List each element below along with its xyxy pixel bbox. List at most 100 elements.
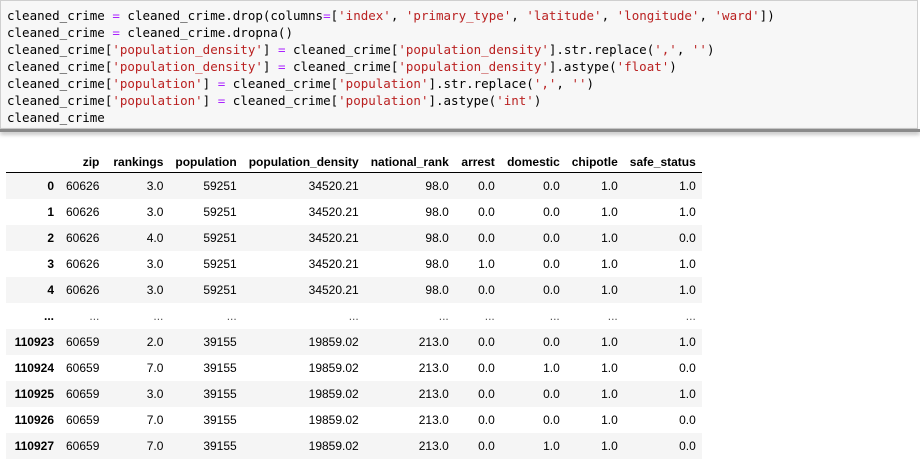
code-token: ].astype( <box>548 59 617 74</box>
table-cell: 7.0 <box>146 413 164 427</box>
table-cell: 3.0 <box>146 205 164 219</box>
table-cell: 1.0 <box>478 257 495 271</box>
table-cell: 34520.21 <box>308 231 359 245</box>
table-cell: 1.0 <box>601 439 618 453</box>
table-cell: 98.0 <box>425 205 449 219</box>
code-token: = <box>323 8 331 23</box>
table-row: 3 60626 3.0 59251 34520.21 98.0 1.0 0.0 1.0 1.0 <box>6 251 702 277</box>
code-token: '' <box>571 76 587 91</box>
row-index: ... <box>43 309 54 323</box>
code-token: ',' <box>654 42 677 57</box>
table-row: 110926 60659 7.0 39155 19859.02 213.0 0.0 0.0 1.… <box>6 407 702 433</box>
table-cell: 1.0 <box>679 283 696 297</box>
code-token: ) <box>669 59 677 74</box>
table-cell: 0.0 <box>478 205 495 219</box>
code-token: ].str.replace( <box>548 42 655 57</box>
column-header-rankings: rankings <box>105 152 170 173</box>
table-cell: 0.0 <box>543 179 560 193</box>
table-cell: 0.0 <box>679 361 696 375</box>
code-token: cleaned_crime[ <box>7 76 113 91</box>
code-editor[interactable]: cleaned_crime = cleaned_crime.drop(colum… <box>7 7 775 126</box>
table-cell: 39155 <box>203 413 237 427</box>
dataframe-header: zip rankings population population_densi… <box>6 152 702 173</box>
column-header-population: population <box>169 152 243 173</box>
table-cell: 0.0 <box>679 439 696 453</box>
table-cell: 1.0 <box>601 257 618 271</box>
code-line: cleaned_crime['population'] = cleaned_cr… <box>7 76 594 91</box>
code-line: cleaned_crime['population'] = cleaned_cr… <box>7 93 541 108</box>
code-line: cleaned_crime <box>7 110 105 125</box>
table-cell: 19859.02 <box>308 387 359 401</box>
row-index: 1 <box>47 205 54 219</box>
code-token: '' <box>691 42 707 57</box>
table-cell: 1.0 <box>601 205 618 219</box>
table-row: 110923 60659 2.0 39155 19859.02 213.0 0.0 0.0 1.… <box>6 329 702 355</box>
table-cell: ... <box>89 309 100 323</box>
code-line: cleaned_crime['population_density'] = cl… <box>7 59 677 74</box>
code-token: ].str.replace( <box>428 76 534 91</box>
table-row: 1 60626 3.0 59251 34520.21 98.0 0.0 0.0 1.0 1.0 <box>6 199 702 225</box>
table-cell: ... <box>484 309 495 323</box>
table-cell: 0.0 <box>478 179 495 193</box>
code-token: ) <box>586 76 595 91</box>
dataframe-body: 0 60626 3.0 59251 34520.21 98.0 0.0 0.0 1.0 1.0 1 6… <box>6 172 702 459</box>
table-cell: 60659 <box>66 413 100 427</box>
table-cell: 19859.02 <box>308 361 359 375</box>
row-index: 110926 <box>14 413 54 427</box>
row-index: 3 <box>47 257 54 271</box>
table-cell: 0.0 <box>543 335 560 349</box>
table-cell: 0.0 <box>478 439 495 453</box>
code-token: cleaned_crime <box>7 8 113 23</box>
table-cell: 34520.21 <box>308 283 359 297</box>
code-token: ].astype( <box>428 93 497 108</box>
table-row: 110927 60659 7.0 39155 19859.02 213.0 0.0 1.0 1.… <box>6 433 702 459</box>
column-header-arrest: arrest <box>454 152 501 173</box>
table-cell: 0.0 <box>478 283 495 297</box>
table-cell: 0.0 <box>679 231 696 245</box>
table-cell: 1.0 <box>601 335 618 349</box>
table-cell: 19859.02 <box>308 413 359 427</box>
row-index: 2 <box>47 231 54 245</box>
row-index: 110924 <box>14 361 54 375</box>
table-cell: 59251 <box>203 283 237 297</box>
code-token: cleaned_crime[ <box>7 59 113 74</box>
table-cell: 0.0 <box>543 257 560 271</box>
table-cell: 0.0 <box>679 413 696 427</box>
code-token: cleaned_crime[ <box>285 59 399 74</box>
table-cell: 60659 <box>66 387 100 401</box>
code-token: ] <box>262 59 278 74</box>
table-cell: 39155 <box>203 335 237 349</box>
code-token: cleaned_crime[ <box>225 76 339 91</box>
table-row: .............................. <box>6 303 702 329</box>
code-token: 'population' <box>338 76 429 91</box>
table-cell: 34520.21 <box>308 257 359 271</box>
table-cell: 59251 <box>203 179 237 193</box>
table-cell: 0.0 <box>543 283 560 297</box>
table-cell: 0.0 <box>543 387 560 401</box>
table-cell: 60626 <box>66 283 100 297</box>
table-cell: 1.0 <box>679 205 696 219</box>
table-cell: 7.0 <box>146 361 164 375</box>
table-cell: 1.0 <box>601 387 618 401</box>
table-row: 2 60626 4.0 59251 34520.21 98.0 0.0 0.0 1.0 0.0 <box>6 225 702 251</box>
code-token: cleaned_crime[ <box>7 93 113 108</box>
table-cell: 60659 <box>66 335 100 349</box>
code-token: ) <box>533 93 542 108</box>
table-row: 110925 60659 3.0 39155 19859.02 213.0 0.0 0.0 1.… <box>6 381 702 407</box>
code-token: 'latitude' <box>526 8 602 23</box>
code-token: 'float' <box>616 59 670 74</box>
table-row: 110924 60659 7.0 39155 19859.02 213.0 0.0 1.0 1.… <box>6 355 702 381</box>
table-cell: 0.0 <box>478 335 495 349</box>
table-cell: 60659 <box>66 439 100 453</box>
table-cell: 213.0 <box>418 413 449 427</box>
column-header-domestic: domestic <box>500 152 566 173</box>
code-token: , <box>676 42 692 57</box>
code-cell-input[interactable]: cleaned_crime = cleaned_crime.drop(colum… <box>0 0 918 129</box>
column-header-zip: zip <box>60 152 106 173</box>
table-cell: 1.0 <box>679 257 696 271</box>
table-cell: 0.0 <box>478 413 495 427</box>
table-cell: 34520.21 <box>308 179 359 193</box>
code-token: 'primary_type' <box>405 8 512 23</box>
table-cell: 34520.21 <box>308 205 359 219</box>
code-line: cleaned_crime['population_density'] = cl… <box>7 42 714 57</box>
